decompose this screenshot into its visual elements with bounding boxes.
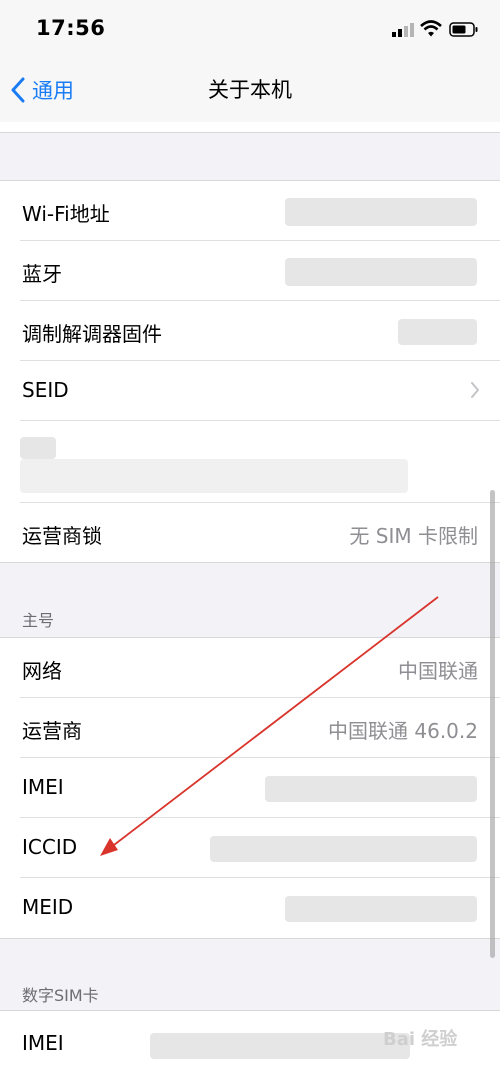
redacted-value <box>285 198 477 226</box>
row-label: IMEI <box>22 775 64 799</box>
row-value: 无 SIM 卡限制 <box>349 524 478 548</box>
redacted-value <box>285 258 477 286</box>
row-label: 调制解调器固件 <box>22 322 162 346</box>
redacted-value <box>150 1033 410 1059</box>
redacted-label <box>20 437 56 459</box>
row-label: ICCID <box>22 835 78 859</box>
row-value: 中国联通 46.0.2 <box>328 719 478 743</box>
watermark: Bai 经验 <box>383 1029 458 1050</box>
redacted-value <box>398 319 477 345</box>
previous-group-bottom <box>0 122 500 133</box>
list-item-wifi-address: Wi-Fi地址 <box>0 181 500 241</box>
status-bar: 17:56 <box>0 0 500 58</box>
redacted-value <box>265 776 477 802</box>
row-label: 运营商 <box>22 719 82 743</box>
row-label: SEID <box>22 378 69 402</box>
chevron-right-icon <box>471 382 479 398</box>
list-item-modem-firmware: 调制解调器固件 <box>0 301 500 361</box>
navigation-bar: 通用 关于本机 <box>0 58 500 122</box>
list-item-seid[interactable]: SEID <box>0 361 500 421</box>
list-item-carrier: 运营商 中国联通 46.0.2 <box>0 698 500 758</box>
section-header-esim: 数字SIM卡 <box>22 986 99 1005</box>
section-header-primary: 主号 <box>22 611 55 630</box>
row-value: 中国联通 <box>398 659 478 683</box>
list-item-iccid: ICCID <box>0 818 500 878</box>
page-title: 关于本机 <box>208 78 292 102</box>
row-label: Wi-Fi地址 <box>22 202 110 226</box>
wifi-icon <box>420 20 442 37</box>
row-label: IMEI <box>22 1031 64 1055</box>
list-item-network: 网络 中国联通 <box>0 638 500 698</box>
list-item-redacted <box>0 421 500 503</box>
scroll-indicator[interactable] <box>490 490 495 958</box>
status-time: 17:56 <box>36 16 106 40</box>
row-label: 运营商锁 <box>22 524 102 548</box>
row-label: 蓝牙 <box>22 262 62 286</box>
row-label: MEID <box>22 895 74 919</box>
primary-line-group: 网络 中国联通 运营商 中国联通 46.0.2 IMEI ICCID MEID <box>0 637 500 939</box>
list-item-carrier-lock: 运营商锁 无 SIM 卡限制 <box>0 503 500 562</box>
row-label: 网络 <box>22 659 62 683</box>
battery-icon <box>449 22 478 37</box>
info-group: Wi-Fi地址 蓝牙 调制解调器固件 SEID 运营商锁 无 SIM 卡限制 <box>0 180 500 563</box>
redacted-value <box>285 896 477 922</box>
list-item-meid: MEID <box>0 878 500 938</box>
signal-icon <box>392 23 414 37</box>
redacted-value <box>20 459 408 493</box>
list-item-bluetooth: 蓝牙 <box>0 241 500 301</box>
list-item-imei: IMEI <box>0 758 500 818</box>
redacted-value <box>210 836 477 862</box>
